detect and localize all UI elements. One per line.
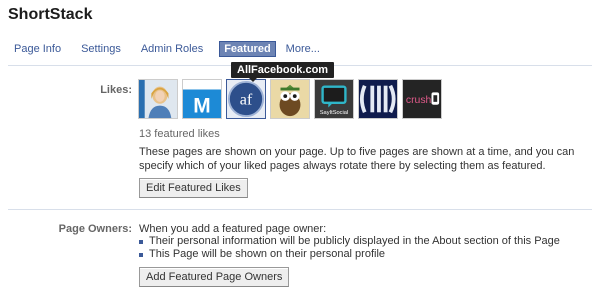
liked-pages-thumbnails: M af SayItSocial crush bbox=[138, 79, 446, 119]
likes-label: Likes: bbox=[100, 84, 132, 96]
tab-admin-roles[interactable]: Admin Roles bbox=[137, 42, 207, 56]
page-tooltip: AllFacebook.com bbox=[231, 62, 335, 82]
crush-logo-icon: crush bbox=[403, 80, 441, 118]
speech-bubble-icon: SayItSocial bbox=[315, 80, 353, 118]
add-featured-page-owners-button[interactable]: Add Featured Page Owners bbox=[139, 267, 290, 287]
app-title: ShortStack bbox=[8, 6, 93, 23]
list-item-text: Their personal information will be publi… bbox=[149, 235, 560, 247]
af-logo-icon: af bbox=[227, 80, 265, 118]
mascot-image bbox=[271, 80, 309, 118]
liked-page-cartoon-mascot[interactable] bbox=[270, 79, 310, 119]
tab-page-info[interactable]: Page Info bbox=[8, 42, 65, 56]
section-divider-middle bbox=[8, 209, 592, 210]
list-item-text: This Page will be shown on their persona… bbox=[149, 248, 386, 260]
page-owners-intro: When you add a featured page owner: bbox=[139, 223, 327, 235]
m-logo-icon: M bbox=[183, 80, 221, 118]
liked-page-person-photo[interactable] bbox=[138, 79, 178, 119]
liked-page-crush[interactable]: crush bbox=[402, 79, 442, 119]
list-item: Their personal information will be publi… bbox=[139, 235, 560, 248]
page-owners-label: Page Owners: bbox=[58, 223, 132, 235]
svg-text:crush: crush bbox=[406, 95, 432, 106]
featured-likes-count: 13 featured likes bbox=[139, 128, 220, 140]
tab-settings[interactable]: Settings bbox=[77, 42, 125, 56]
svg-text:SayItSocial: SayItSocial bbox=[320, 110, 348, 116]
liked-page-m-logo[interactable]: M bbox=[182, 79, 222, 119]
tab-more[interactable]: More... bbox=[282, 42, 324, 56]
liked-page-blue-stripes[interactable] bbox=[358, 79, 398, 119]
svg-text:M: M bbox=[193, 94, 210, 117]
bullet-icon bbox=[139, 253, 143, 257]
person-photo-image bbox=[139, 80, 177, 118]
liked-page-af-logo[interactable]: af bbox=[226, 79, 266, 119]
svg-text:af: af bbox=[240, 92, 253, 109]
page-tabs: Page Info Settings Admin Roles Featured … bbox=[8, 40, 324, 57]
page-owners-list: Their personal information will be publi… bbox=[139, 235, 560, 261]
likes-description: These pages are shown on your page. Up t… bbox=[139, 146, 575, 172]
blue-stripes-logo-icon bbox=[359, 80, 397, 118]
edit-featured-likes-button[interactable]: Edit Featured Likes bbox=[139, 178, 248, 198]
bullet-icon bbox=[139, 240, 143, 244]
list-item: This Page will be shown on their persona… bbox=[139, 248, 560, 261]
liked-page-saysocial[interactable]: SayItSocial bbox=[314, 79, 354, 119]
tab-featured[interactable]: Featured bbox=[219, 40, 276, 57]
